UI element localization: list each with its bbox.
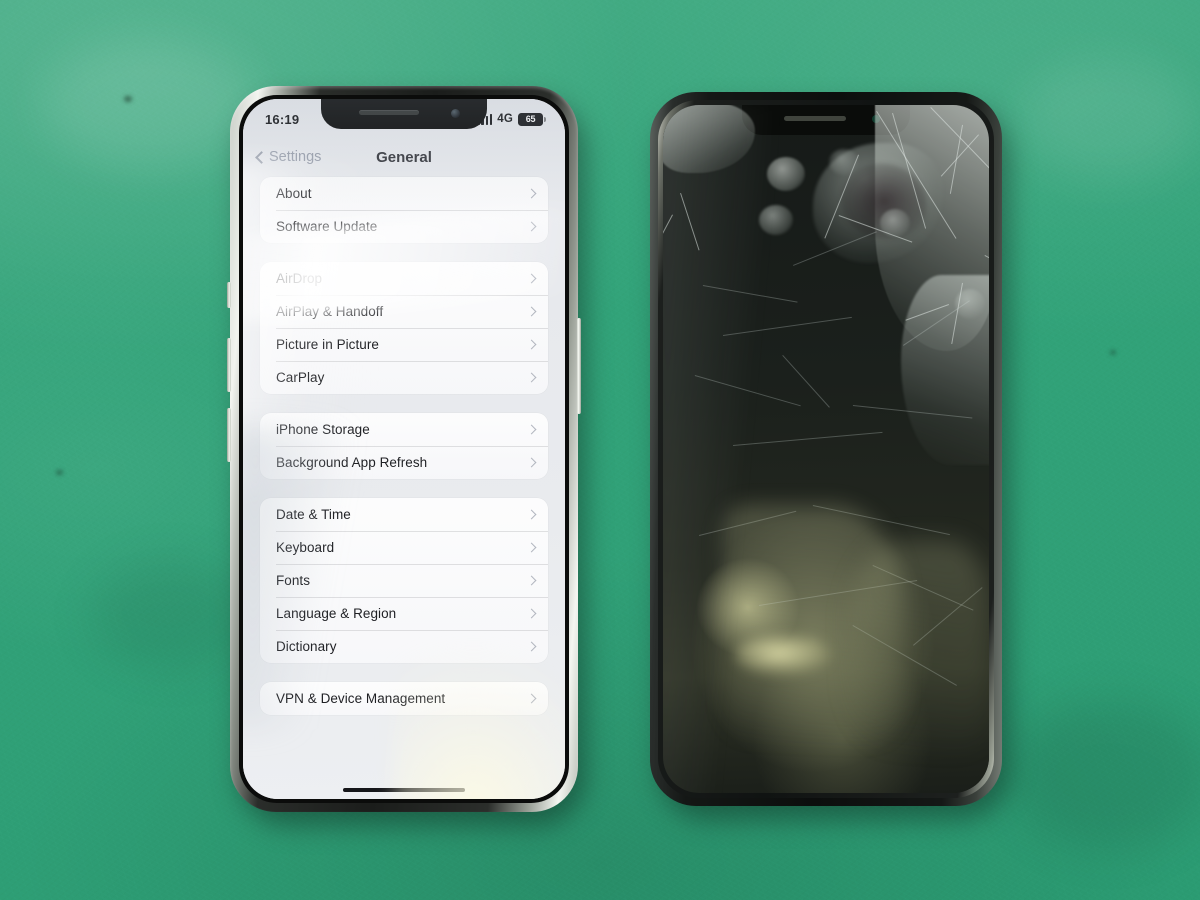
settings-group: iPhone Storage Background App Refresh <box>260 413 548 479</box>
settings-group: VPN & Device Management <box>260 682 548 715</box>
mat-speck-1 <box>124 96 132 102</box>
notch <box>742 105 910 135</box>
settings-row-background-app-refresh[interactable]: Background App Refresh <box>260 446 548 479</box>
battery-icon: 65 <box>518 112 546 126</box>
front-camera-icon <box>872 115 880 123</box>
chevron-right-icon <box>526 372 537 383</box>
settings-row-about[interactable]: About <box>260 177 548 210</box>
mat-highlight-1 <box>40 40 260 170</box>
chevron-right-icon <box>526 221 537 232</box>
right-phone-body[interactable] <box>650 92 1002 806</box>
left-phone-screen[interactable]: 16:19 4G 65 Settings General About Softw… <box>243 99 565 799</box>
settings-row-carplay[interactable]: CarPlay <box>260 361 548 394</box>
left-phone-body[interactable]: 16:19 4G 65 Settings General About Softw… <box>227 86 581 812</box>
mat-speck-2 <box>56 470 63 475</box>
settings-row-dictionary[interactable]: Dictionary <box>260 630 548 663</box>
chevron-right-icon <box>526 306 537 317</box>
back-button[interactable]: Settings <box>255 149 322 165</box>
chevron-right-icon <box>526 509 537 520</box>
settings-row-airdrop[interactable]: AirDrop <box>260 262 548 295</box>
mat-shadow-2 <box>1010 700 1200 850</box>
status-bar-right: 4G 65 <box>477 112 546 126</box>
settings-row-label: VPN & Device Management <box>276 691 446 706</box>
ios-settings-general-page: 16:19 4G 65 Settings General About Softw… <box>243 99 565 799</box>
battery-percent-label: 65 <box>525 114 536 124</box>
right-phone-bezel <box>658 100 994 798</box>
chevron-right-icon <box>526 339 537 350</box>
settings-row-label: AirDrop <box>276 271 323 286</box>
earpiece-speaker-icon <box>784 116 846 121</box>
notch <box>321 99 487 129</box>
settings-row-language-region[interactable]: Language & Region <box>260 597 548 630</box>
right-phone-screen[interactable] <box>663 105 989 793</box>
volume-up-button[interactable] <box>227 338 231 392</box>
mat-highlight-2 <box>1020 60 1200 180</box>
settings-list[interactable]: About Software Update AirDrop AirPlay & … <box>243 177 565 799</box>
earpiece-speaker-icon <box>359 110 419 115</box>
settings-row-iphone-storage[interactable]: iPhone Storage <box>260 413 548 446</box>
network-type-label: 4G <box>497 113 513 125</box>
settings-row-picture-in-picture[interactable]: Picture in Picture <box>260 328 548 361</box>
settings-row-label: Dictionary <box>276 639 337 654</box>
power-button[interactable] <box>577 318 581 414</box>
home-indicator[interactable] <box>343 788 465 792</box>
mat-shadow-1 <box>90 560 250 670</box>
settings-row-label: Language & Region <box>276 606 397 621</box>
chevron-right-icon <box>526 693 537 704</box>
chevron-right-icon <box>526 641 537 652</box>
settings-row-label: Software Update <box>276 219 378 234</box>
settings-row-label: Background App Refresh <box>276 455 428 470</box>
settings-row-label: AirPlay & Handoff <box>276 304 384 319</box>
chevron-left-icon <box>255 150 268 164</box>
settings-row-label: iPhone Storage <box>276 422 370 437</box>
navigation-bar: Settings General <box>243 139 565 175</box>
settings-row-label: Date & Time <box>276 507 351 522</box>
settings-row-label: Picture in Picture <box>276 337 379 352</box>
status-bar-time: 16:19 <box>265 111 300 127</box>
mute-switch[interactable] <box>227 282 231 308</box>
settings-row-date-time[interactable]: Date & Time <box>260 498 548 531</box>
settings-group: About Software Update <box>260 177 548 243</box>
left-phone-bezel: 16:19 4G 65 Settings General About Softw… <box>239 95 569 803</box>
powered-off-display <box>663 105 989 793</box>
chevron-right-icon <box>526 457 537 468</box>
scene-root: 16:19 4G 65 Settings General About Softw… <box>0 0 1200 900</box>
mat-speck-3 <box>1110 350 1116 355</box>
settings-group: AirDrop AirPlay & Handoff Picture in Pic… <box>260 262 548 394</box>
settings-row-label: CarPlay <box>276 370 325 385</box>
chevron-right-icon <box>526 188 537 199</box>
chevron-right-icon <box>526 575 537 586</box>
chevron-right-icon <box>526 273 537 284</box>
chevron-right-icon <box>526 608 537 619</box>
settings-row-label: Keyboard <box>276 540 335 555</box>
settings-row-vpn-device-management[interactable]: VPN & Device Management <box>260 682 548 715</box>
front-camera-icon <box>451 108 460 118</box>
settings-row-airplay-handoff[interactable]: AirPlay & Handoff <box>260 295 548 328</box>
settings-row-label: About <box>276 186 312 201</box>
settings-group: Date & Time Keyboard Fonts Language & Re… <box>260 498 548 663</box>
back-button-label: Settings <box>269 149 322 165</box>
page-title: General <box>376 148 432 166</box>
chevron-right-icon <box>526 542 537 553</box>
volume-down-button[interactable] <box>227 408 231 462</box>
chevron-right-icon <box>526 424 537 435</box>
settings-row-software-update[interactable]: Software Update <box>260 210 548 243</box>
settings-row-keyboard[interactable]: Keyboard <box>260 531 548 564</box>
settings-row-label: Fonts <box>276 573 311 588</box>
settings-row-fonts[interactable]: Fonts <box>260 564 548 597</box>
